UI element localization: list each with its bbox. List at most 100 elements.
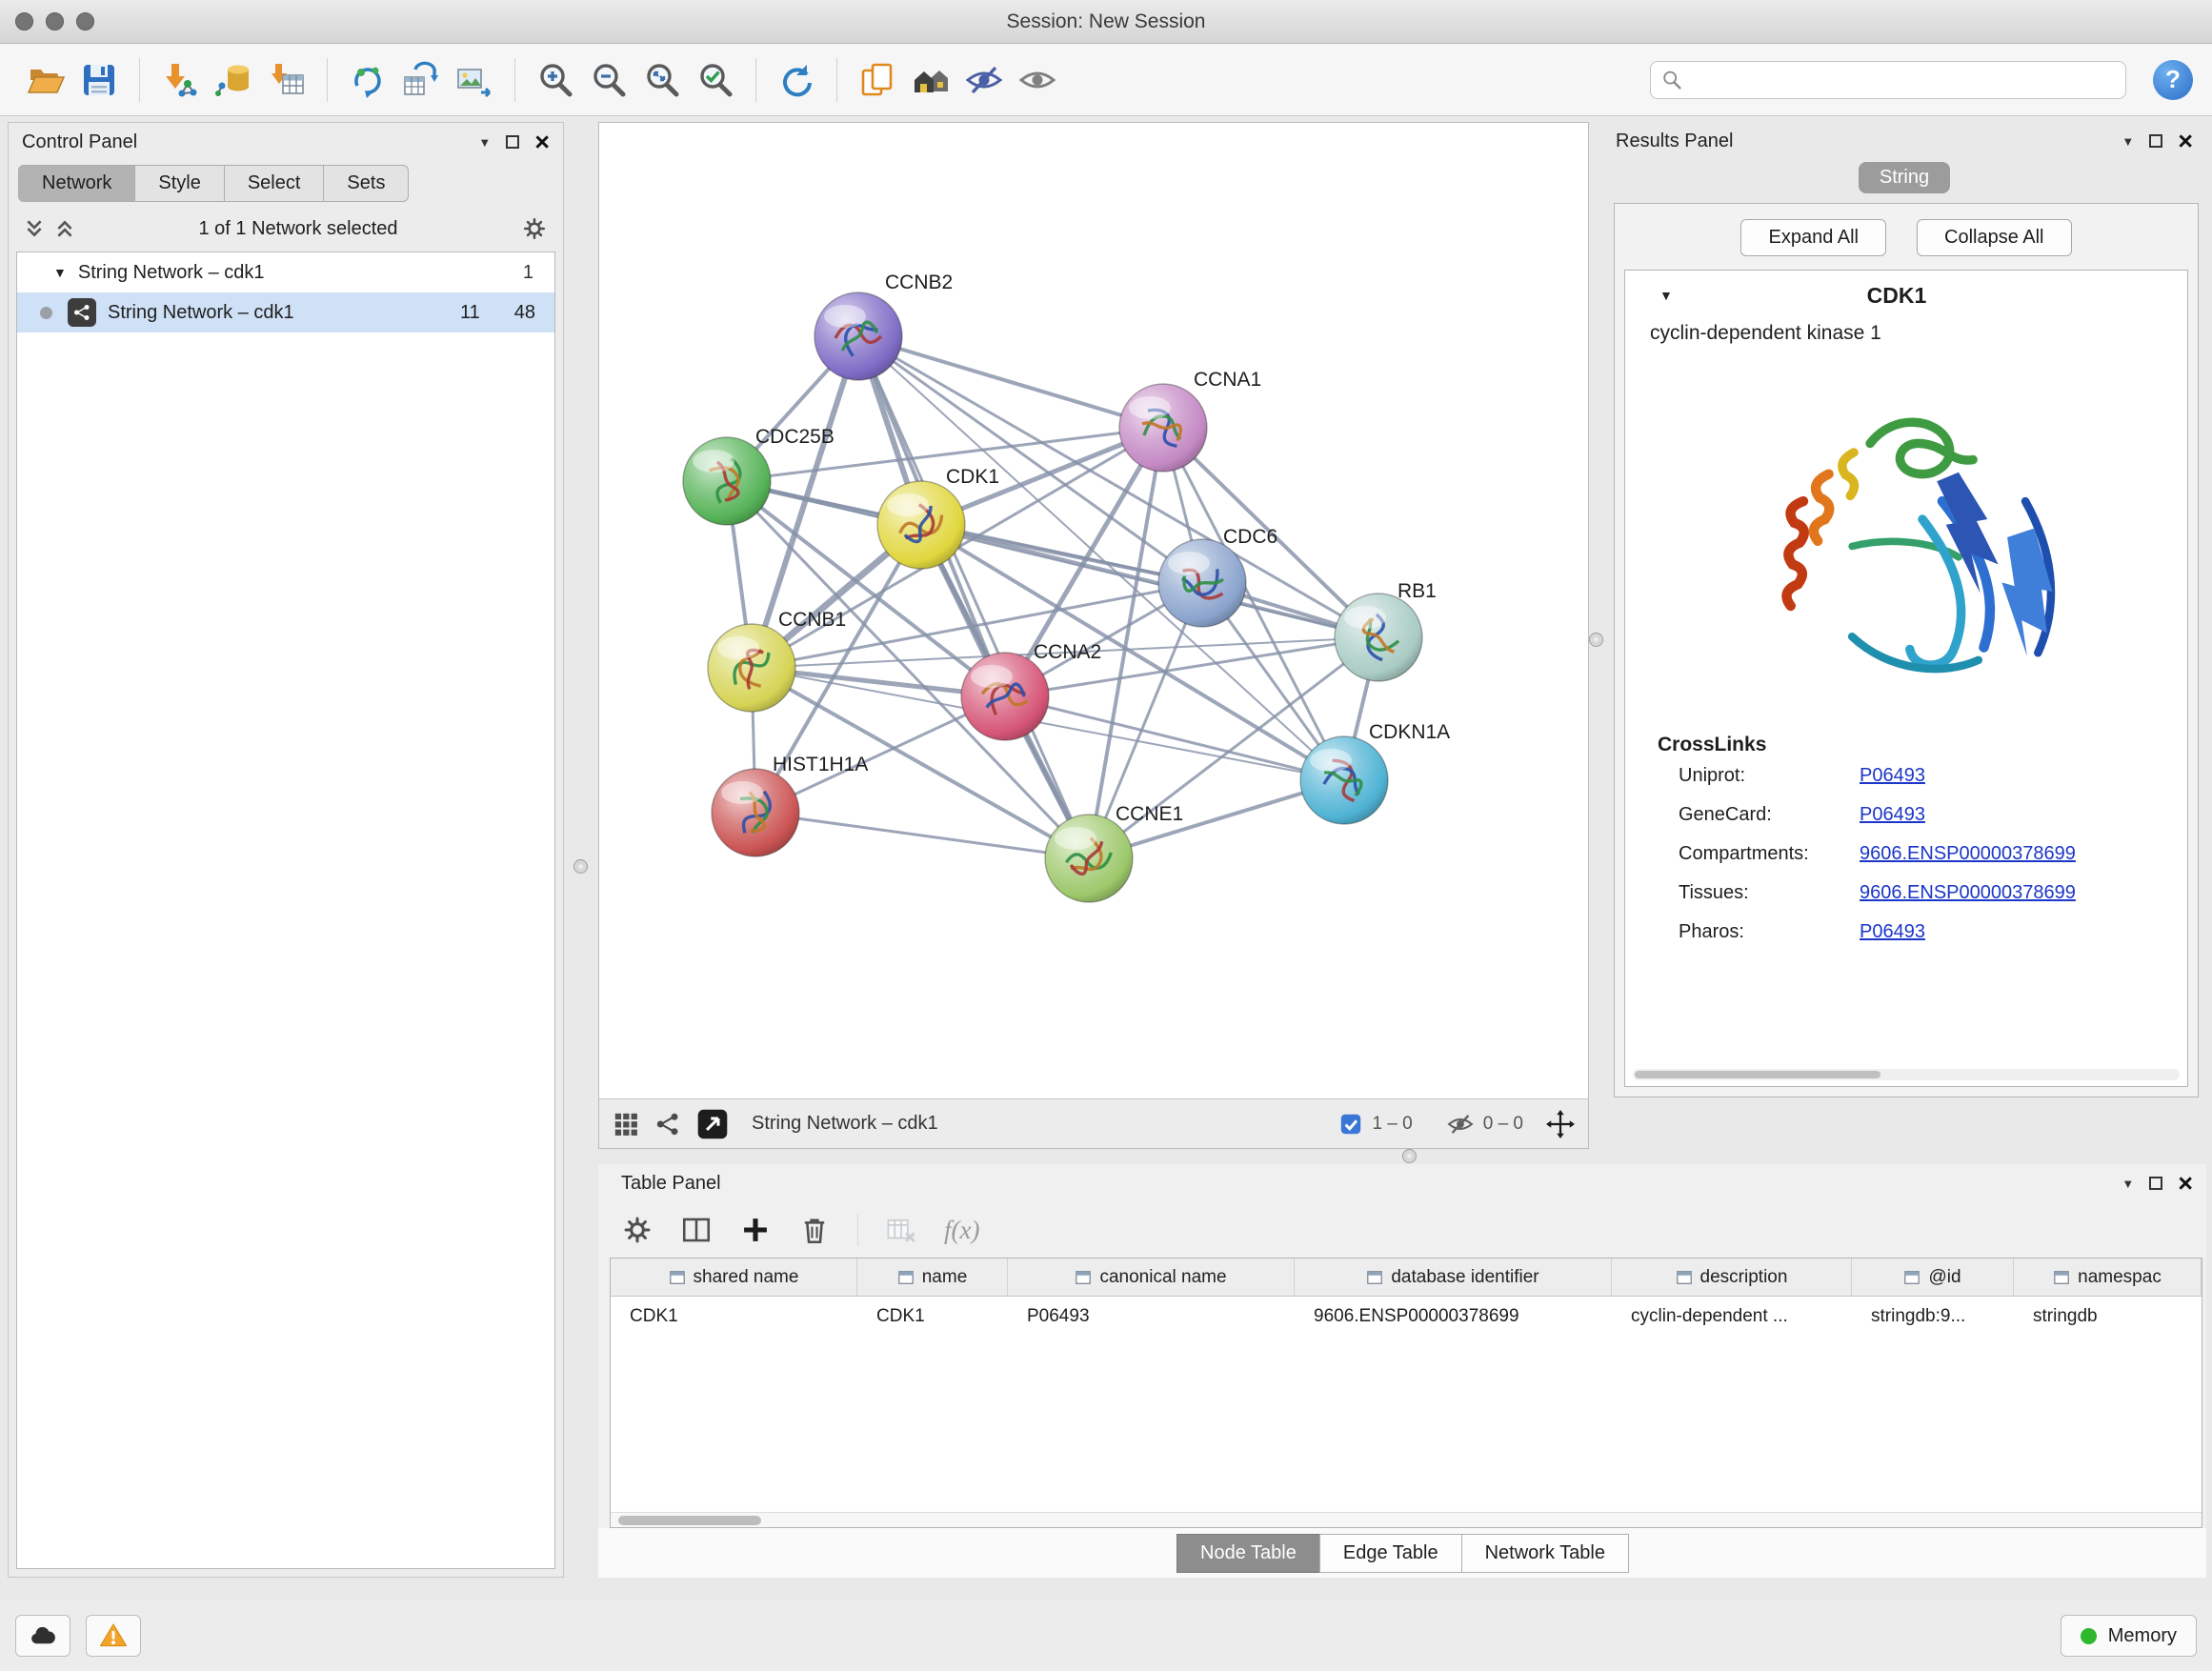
network-node-RB1[interactable]: RB1: [1335, 580, 1437, 681]
crosslink-value-link[interactable]: P06493: [1860, 765, 1925, 787]
zoom-in-button[interactable]: [529, 53, 582, 107]
network-node-CCNA1[interactable]: CCNA1: [1119, 369, 1261, 472]
panel-splitter-bottom[interactable]: [598, 1149, 2206, 1164]
tab-node-table[interactable]: Node Table: [1176, 1534, 1320, 1573]
splitter-knob[interactable]: [573, 859, 588, 874]
cell-name[interactable]: CDK1: [857, 1306, 1008, 1327]
panel-float-icon[interactable]: [2149, 1177, 2162, 1190]
column-header-name[interactable]: name: [857, 1258, 1008, 1296]
create-column-plus-icon[interactable]: [739, 1214, 772, 1246]
tab-edge-table[interactable]: Edge Table: [1319, 1534, 1462, 1573]
export-image-button[interactable]: [448, 53, 501, 107]
splitter-knob[interactable]: [1402, 1149, 1417, 1163]
delete-column-trash-icon[interactable]: [798, 1214, 831, 1246]
zoom-out-button[interactable]: [582, 53, 635, 107]
select-columns-icon[interactable]: [680, 1214, 713, 1246]
network-node-CDK1[interactable]: CDK1: [877, 466, 999, 569]
column-header-canonical-name[interactable]: canonical name: [1008, 1258, 1295, 1296]
cell-id[interactable]: stringdb:9...: [1852, 1306, 2014, 1327]
cell-namespace[interactable]: stringdb: [2014, 1306, 2202, 1327]
column-header-database-identifier[interactable]: database identifier: [1295, 1258, 1612, 1296]
scrollbar-thumb[interactable]: [1635, 1071, 1880, 1078]
window-minimize-button[interactable]: [46, 12, 64, 30]
network-node-CCNB2[interactable]: CCNB2: [814, 272, 953, 380]
cell-canonical-name[interactable]: P06493: [1008, 1306, 1295, 1327]
column-header-shared-name[interactable]: shared name: [611, 1258, 857, 1296]
splitter-knob[interactable]: [1589, 633, 1603, 647]
column-header-id[interactable]: @id: [1852, 1258, 2014, 1296]
network-edges[interactable]: [727, 336, 1378, 858]
hidden-eye-slash-icon[interactable]: [1447, 1111, 1474, 1137]
panel-menu-icon[interactable]: ▼: [2122, 134, 2134, 149]
open-session-button[interactable]: [19, 53, 72, 107]
expand-all-button[interactable]: Expand All: [1740, 219, 1886, 256]
tab-select[interactable]: Select: [224, 165, 325, 202]
panel-close-icon[interactable]: ×: [534, 132, 550, 151]
cloud-status-button[interactable]: [15, 1615, 70, 1657]
crosslink-value-link[interactable]: 9606.ENSP00000378699: [1860, 843, 2076, 865]
tab-network[interactable]: Network: [18, 165, 135, 202]
window-maximize-button[interactable]: [76, 12, 94, 30]
network-node-HIST1H1A[interactable]: HIST1H1A: [712, 754, 868, 856]
panel-menu-icon[interactable]: ▼: [478, 135, 491, 150]
network-canvas[interactable]: CCNB2CCNA1CDC25BCDK1CDC6RB1CCNB1CCNA2CDK…: [599, 123, 1588, 1098]
network-collection-row[interactable]: ▼ String Network – cdk1 1: [17, 252, 554, 292]
window-close-button[interactable]: [15, 12, 33, 30]
panel-close-icon[interactable]: ×: [2178, 1174, 2193, 1193]
cell-shared-name[interactable]: CDK1: [611, 1306, 857, 1327]
import-network-file-button[interactable]: [153, 53, 207, 107]
save-session-button[interactable]: [72, 53, 126, 107]
entry-collapse-icon[interactable]: ▼: [1659, 288, 1673, 303]
string-protein-query-button[interactable]: [904, 53, 957, 107]
import-table-button[interactable]: [260, 53, 313, 107]
scrollbar-thumb[interactable]: [618, 1516, 761, 1525]
panel-close-icon[interactable]: ×: [2178, 131, 2193, 151]
disclosure-triangle-icon[interactable]: ▼: [53, 265, 67, 280]
tab-sets[interactable]: Sets: [323, 165, 409, 202]
pan-crosshair-icon[interactable]: [1546, 1110, 1575, 1138]
panel-float-icon[interactable]: [506, 135, 519, 149]
apply-layout-button[interactable]: [770, 53, 823, 107]
network-from-selection-button[interactable]: [341, 53, 394, 107]
panel-menu-icon[interactable]: ▼: [2122, 1177, 2134, 1191]
tab-style[interactable]: Style: [134, 165, 224, 202]
crosslink-value-link[interactable]: P06493: [1860, 921, 1925, 943]
crosslink-value-link[interactable]: P06493: [1860, 804, 1925, 826]
table-row[interactable]: CDK1 CDK1 P06493 9606.ENSP00000378699 cy…: [611, 1297, 2202, 1337]
zoom-fit-button[interactable]: [635, 53, 689, 107]
panel-float-icon[interactable]: [2149, 134, 2162, 148]
protein-entry-header[interactable]: ▼ CDK1: [1625, 271, 2187, 320]
grid-view-icon[interactable]: [613, 1111, 639, 1137]
network-row-selected[interactable]: String Network – cdk1 11 48: [17, 292, 554, 332]
open-publications-button[interactable]: [851, 53, 904, 107]
cell-database-identifier[interactable]: 9606.ENSP00000378699: [1295, 1306, 1612, 1327]
collapse-all-button[interactable]: Collapse All: [1917, 219, 2072, 256]
tab-network-table[interactable]: Network Table: [1461, 1534, 1629, 1573]
string-tab-badge[interactable]: String: [1859, 162, 1950, 193]
zoom-selected-button[interactable]: [689, 53, 742, 107]
memory-button[interactable]: Memory: [2061, 1615, 2197, 1657]
warnings-button[interactable]: [86, 1615, 141, 1657]
network-node-CCNB1[interactable]: CCNB1: [708, 609, 846, 712]
table-settings-gear-icon[interactable]: [621, 1214, 654, 1246]
new-network-table-button[interactable]: [394, 53, 448, 107]
share-network-icon[interactable]: [654, 1111, 681, 1137]
panel-splitter-left[interactable]: [564, 116, 598, 1601]
column-header-namespace[interactable]: namespac: [2014, 1258, 2202, 1296]
column-header-description[interactable]: description: [1612, 1258, 1852, 1296]
gear-icon[interactable]: [521, 215, 548, 242]
cell-description[interactable]: cyclin-dependent ...: [1612, 1306, 1852, 1327]
collapse-all-icon[interactable]: [24, 218, 45, 239]
help-button[interactable]: ?: [2153, 60, 2193, 100]
import-network-database-button[interactable]: [207, 53, 260, 107]
expand-all-icon[interactable]: [54, 218, 75, 239]
search-input[interactable]: [1691, 69, 2116, 91]
selected-checkbox-icon[interactable]: [1339, 1113, 1362, 1136]
hide-selected-button[interactable]: [957, 53, 1011, 107]
network-node-CDC6[interactable]: CDC6: [1158, 526, 1277, 627]
crosslink-value-link[interactable]: 9606.ENSP00000378699: [1860, 882, 2076, 904]
open-in-window-icon[interactable]: [696, 1108, 729, 1140]
show-all-button[interactable]: [1011, 53, 1064, 107]
entry-scrollbar[interactable]: [1633, 1069, 2180, 1080]
panel-splitter-right[interactable]: [1589, 122, 1602, 1149]
